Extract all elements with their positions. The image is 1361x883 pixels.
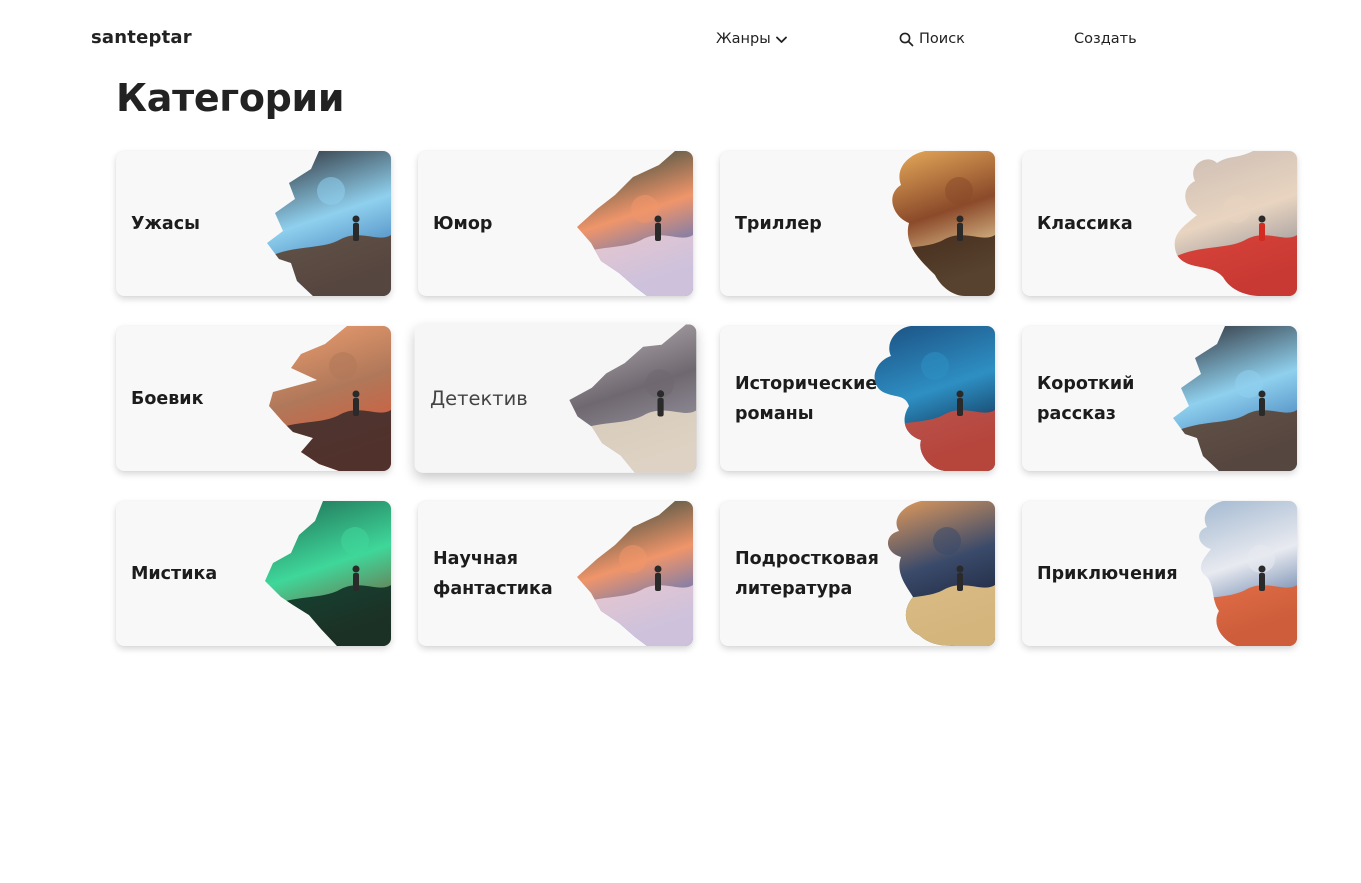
search-icon bbox=[899, 32, 914, 46]
category-card-action[interactable]: Боевик bbox=[116, 326, 391, 471]
category-illustration bbox=[577, 151, 693, 296]
site-logo[interactable]: santeptar bbox=[91, 27, 192, 48]
create-link[interactable]: Создать bbox=[1074, 31, 1137, 47]
category-label: Ужасы bbox=[131, 213, 200, 234]
categories-grid: Ужасы Юмор Триллер Классика Боевик Детектив Ис… bbox=[116, 151, 1297, 646]
chevron-down-icon bbox=[775, 36, 787, 43]
category-illustration bbox=[569, 324, 697, 473]
create-label: Создать bbox=[1074, 31, 1137, 47]
category-label: Классика bbox=[1037, 213, 1133, 234]
category-card-horror[interactable]: Ужасы bbox=[116, 151, 391, 296]
category-illustration bbox=[267, 151, 391, 296]
genres-label: Жанры bbox=[716, 31, 771, 47]
top-navbar: santeptar Жанры Поиск Создать bbox=[0, 0, 1361, 80]
category-label: Триллер bbox=[735, 213, 822, 234]
category-label: Боевик bbox=[131, 388, 204, 409]
genres-dropdown[interactable]: Жанры bbox=[716, 31, 787, 47]
category-label: Короткий рассказ bbox=[1037, 373, 1135, 424]
category-label: Подростковая литература bbox=[735, 548, 879, 599]
category-label: Исторические романы bbox=[735, 373, 878, 424]
category-illustration bbox=[269, 326, 391, 471]
category-card-historical-novels[interactable]: Исторические романы bbox=[720, 326, 995, 471]
category-label: Детектив bbox=[429, 387, 528, 410]
category-card-humor[interactable]: Юмор bbox=[418, 151, 693, 296]
category-illustration bbox=[887, 501, 995, 646]
category-card-detective[interactable]: Детектив bbox=[414, 324, 697, 473]
category-label: Научная фантастика bbox=[433, 548, 553, 599]
category-card-adventure[interactable]: Приключения bbox=[1022, 501, 1297, 646]
category-illustration bbox=[1174, 151, 1297, 296]
search-label: Поиск bbox=[919, 31, 965, 47]
category-illustration bbox=[577, 501, 693, 646]
category-label: Мистика bbox=[131, 563, 218, 584]
page-title: Категории bbox=[116, 76, 345, 120]
category-illustration bbox=[265, 501, 391, 646]
search-link[interactable]: Поиск bbox=[899, 31, 965, 47]
category-card-young-adult[interactable]: Подростковая литература bbox=[720, 501, 995, 646]
category-label: Приключения bbox=[1037, 563, 1178, 584]
category-card-mystic[interactable]: Мистика bbox=[116, 501, 391, 646]
category-illustration bbox=[1173, 326, 1297, 471]
category-card-classics[interactable]: Классика bbox=[1022, 151, 1297, 296]
category-card-science-fiction[interactable]: Научная фантастика bbox=[418, 501, 693, 646]
category-illustration bbox=[874, 326, 995, 471]
category-label: Юмор bbox=[433, 213, 493, 234]
category-illustration bbox=[1199, 501, 1297, 646]
category-card-thriller[interactable]: Триллер bbox=[720, 151, 995, 296]
category-card-short-story[interactable]: Короткий рассказ bbox=[1022, 326, 1297, 471]
category-illustration bbox=[892, 151, 995, 296]
